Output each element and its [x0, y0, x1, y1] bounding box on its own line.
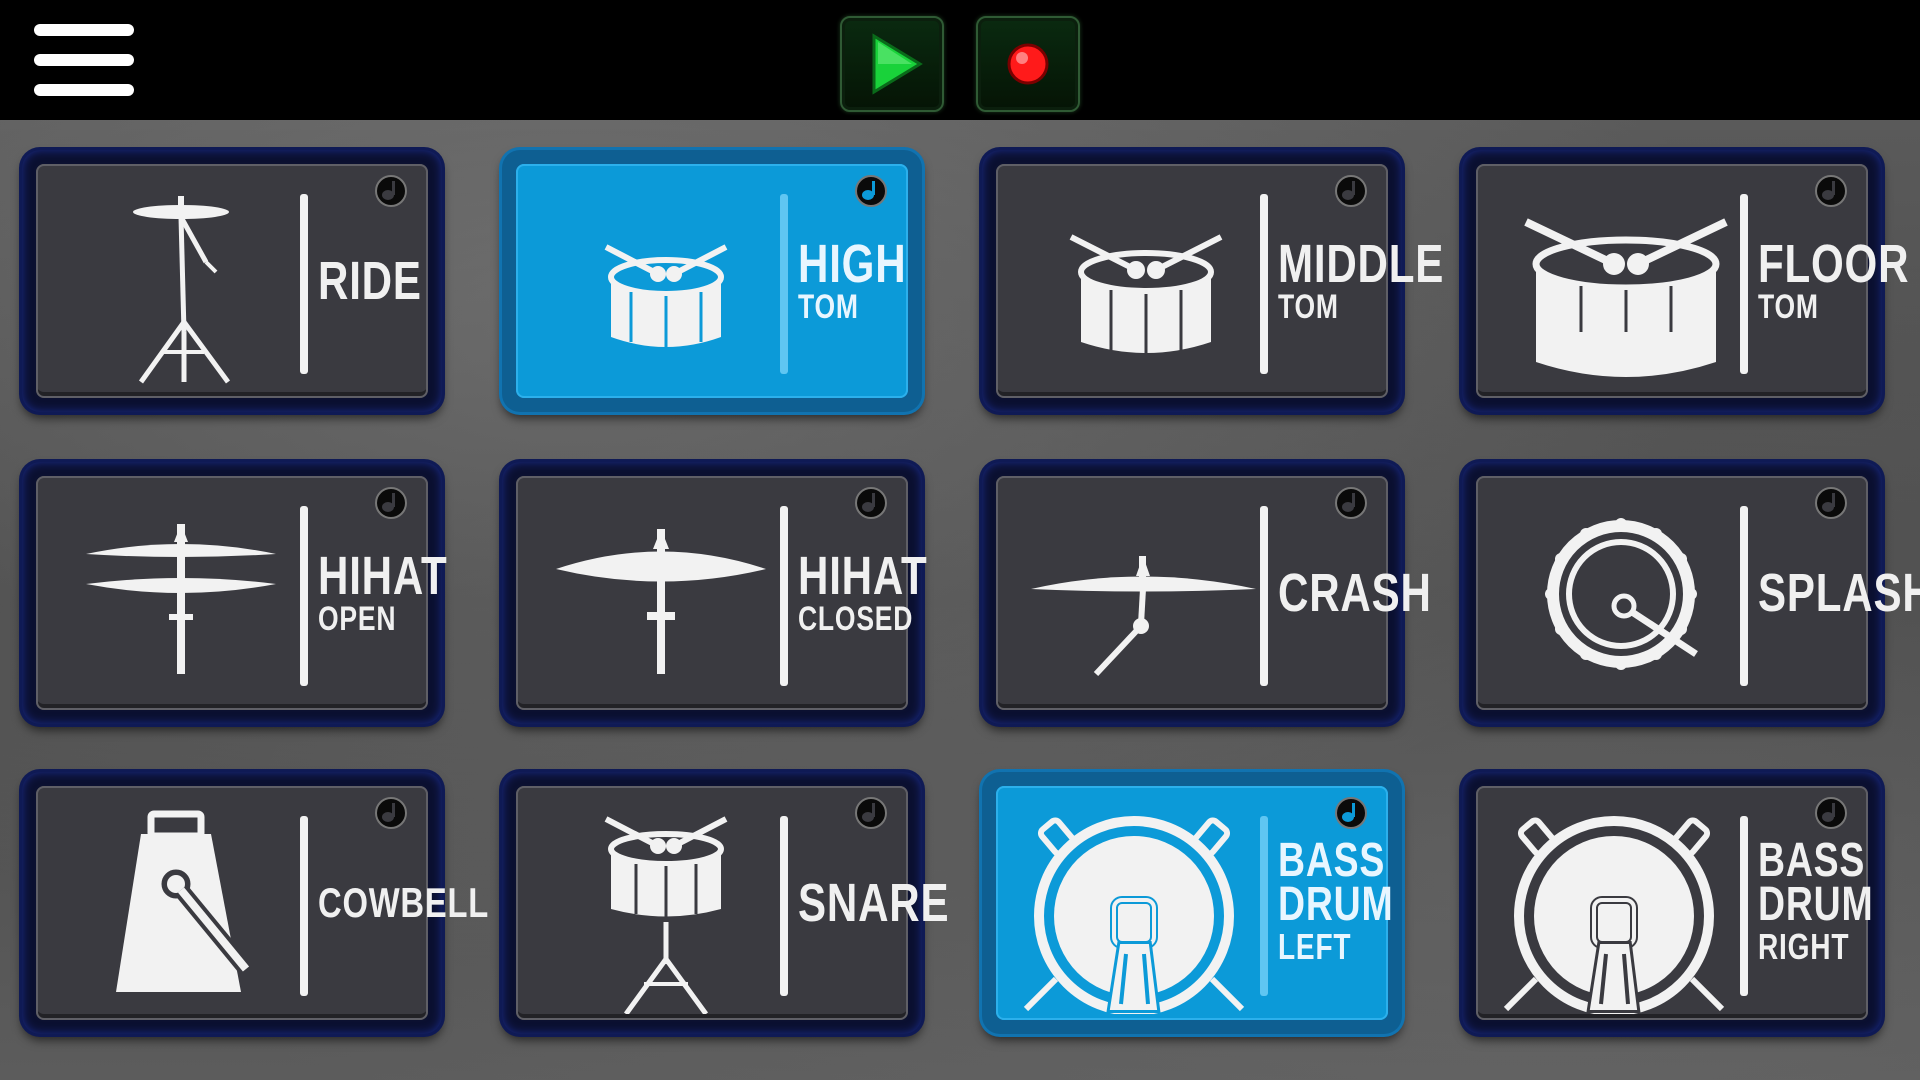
music-note-icon: [1815, 797, 1847, 829]
pad-high-tom[interactable]: HIGH TOM: [502, 150, 922, 412]
hamburger-menu-icon[interactable]: [34, 24, 134, 96]
pad-floor-tom[interactable]: FLOOR TOM: [1462, 150, 1910, 412]
pad-face: HIHAT OPEN: [36, 476, 448, 710]
cowbell-icon: [116, 810, 253, 992]
pad-divider: [1740, 816, 1748, 996]
pad-snare[interactable]: SNARE: [502, 772, 950, 1034]
pad-ride[interactable]: RIDE: [22, 150, 442, 412]
music-note-icon: [1815, 487, 1847, 519]
music-note-icon: [1335, 487, 1367, 519]
music-note-icon: [1335, 175, 1367, 207]
pad-face: SNARE: [516, 786, 950, 1020]
middle-tom-drum-icon: [1069, 234, 1223, 358]
pad-cowbell[interactable]: COWBELL: [22, 772, 490, 1034]
pad-bass-drum-right[interactable]: BASS DRUM RIGHT: [1462, 772, 1882, 1034]
ride-cymbal-icon: [133, 196, 231, 384]
pad-divider: [1740, 194, 1748, 374]
pad-sublabel: TOM: [798, 288, 859, 326]
pad-divider: [1260, 816, 1268, 996]
music-note-icon: [855, 175, 887, 207]
pad-label-line: LEFT: [1278, 926, 1352, 967]
pad-splash[interactable]: SPLASH: [1462, 462, 1920, 724]
high-tom-drum-icon: [604, 244, 728, 350]
record-icon: [1007, 43, 1049, 85]
pad-face: BASS DRUM LEFT: [996, 786, 1394, 1020]
bass-drum-right-icon: [1503, 816, 1725, 1014]
pad-label-line: BASS: [1758, 834, 1866, 887]
pad-sublabel: TOM: [1278, 288, 1339, 326]
pad-sublabel: OPEN: [318, 600, 397, 638]
pad-face: FLOOR TOM: [1476, 164, 1910, 398]
pad-middle-tom[interactable]: MIDDLE TOM: [982, 150, 1445, 412]
pad-bass-drum-left[interactable]: BASS DRUM LEFT: [982, 772, 1402, 1034]
pad-label: HIHAT: [318, 546, 448, 606]
pad-label: SNARE: [798, 873, 950, 933]
pad-face: COWBELL: [36, 786, 490, 1020]
music-note-icon: [855, 487, 887, 519]
music-note-icon: [1815, 175, 1847, 207]
pad-divider: [300, 816, 308, 996]
drum-pad-board: RIDE HIGH TOM MIDDLE TOM FLOOR TOM HIHAT…: [0, 120, 1920, 1080]
play-icon: [872, 33, 923, 95]
music-note-icon: [1335, 797, 1367, 829]
splash-drum-icon: [1545, 518, 1698, 670]
music-note-icon: [855, 797, 887, 829]
pad-face: HIHAT CLOSED: [516, 476, 928, 710]
pad-label-line: RIGHT: [1758, 926, 1850, 967]
crash-cymbal-icon: [1031, 556, 1256, 677]
pad-divider: [300, 506, 308, 686]
pad-sublabel: CLOSED: [798, 600, 914, 638]
pad-face: RIDE: [36, 164, 428, 398]
pad-face: HIGH TOM: [516, 164, 908, 398]
pad-crash[interactable]: CRASH: [982, 462, 1432, 724]
pad-label: HIHAT: [798, 546, 928, 606]
pad-label: RIDE: [318, 251, 422, 311]
pad-face: BASS DRUM RIGHT: [1476, 786, 1874, 1020]
pad-label: FLOOR: [1758, 234, 1910, 294]
music-note-icon: [375, 175, 407, 207]
pad-divider: [300, 194, 308, 374]
hihat-open-icon: [86, 524, 276, 674]
record-button[interactable]: [976, 16, 1080, 112]
pad-label: MIDDLE: [1278, 234, 1445, 294]
hihat-closed-icon: [556, 529, 766, 674]
pad-divider: [780, 506, 788, 686]
pad-sublabel: TOM: [1758, 288, 1819, 326]
pad-divider: [780, 194, 788, 374]
music-note-icon: [375, 487, 407, 519]
pad-label-line: DRUM: [1278, 878, 1394, 931]
music-note-icon: [375, 797, 407, 829]
floor-tom-drum-icon: [1524, 218, 1728, 377]
pad-label-line: DRUM: [1758, 878, 1874, 931]
snare-drum-icon: [604, 816, 728, 1014]
pad-divider: [1260, 506, 1268, 686]
pad-label: CRASH: [1278, 563, 1432, 623]
pad-label: COWBELL: [318, 879, 490, 926]
pad-divider: [1260, 194, 1268, 374]
pad-label: HIGH: [798, 234, 907, 294]
pad-face: SPLASH: [1476, 476, 1920, 710]
pad-divider: [1740, 506, 1748, 686]
top-toolbar: [0, 0, 1920, 120]
pad-label-line: BASS: [1278, 834, 1386, 887]
play-button[interactable]: [840, 16, 944, 112]
pad-face: MIDDLE TOM: [996, 164, 1445, 398]
pad-label: SPLASH: [1758, 563, 1920, 623]
bass-drum-left-icon: [1023, 816, 1245, 1014]
pad-hihat-open[interactable]: HIHAT OPEN: [22, 462, 448, 724]
pad-hihat-closed[interactable]: HIHAT CLOSED: [502, 462, 928, 724]
pad-face: CRASH: [996, 476, 1432, 710]
pad-divider: [780, 816, 788, 996]
